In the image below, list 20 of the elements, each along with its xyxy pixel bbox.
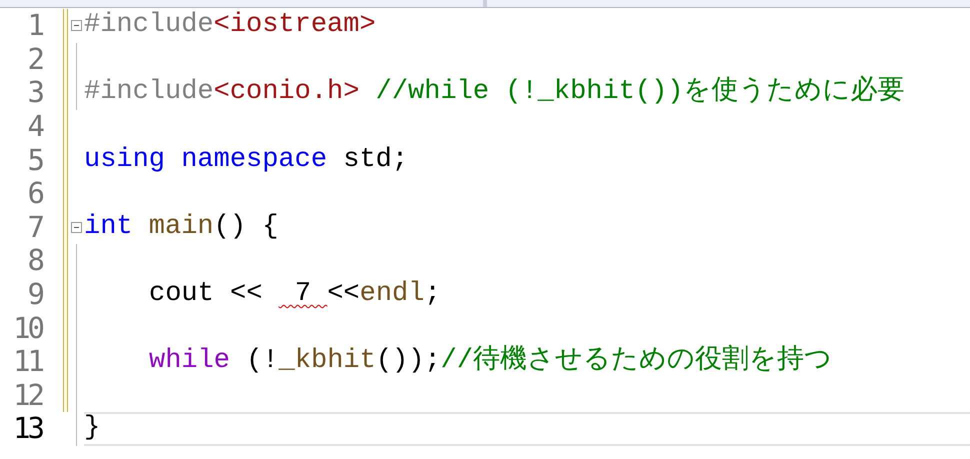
- line-number: 1: [26, 11, 42, 40]
- line-number: 8: [26, 246, 42, 276]
- code-line: #include<iostream>: [84, 12, 376, 40]
- line-number: 7: [26, 212, 42, 242]
- code-line: int main() {: [84, 214, 278, 241]
- line-number: 2: [26, 44, 42, 74]
- line-number: 11: [12, 347, 42, 376]
- line-number: 10: [12, 314, 42, 343]
- line-number: 4: [26, 112, 42, 142]
- line-number: 9: [26, 280, 42, 310]
- code-line: }: [84, 415, 100, 442]
- line-number: 13: [12, 414, 42, 444]
- code-line: using namespace std;: [84, 146, 408, 174]
- line-number: 12: [12, 380, 42, 410]
- code-line: cout << 7 <<endl;: [149, 281, 441, 308]
- collapse-icon[interactable]: [70, 222, 82, 233]
- line-number: 5: [26, 146, 42, 175]
- collapse-icon[interactable]: [70, 20, 82, 32]
- line-number: 6: [26, 179, 42, 208]
- line-number: 3: [26, 78, 42, 108]
